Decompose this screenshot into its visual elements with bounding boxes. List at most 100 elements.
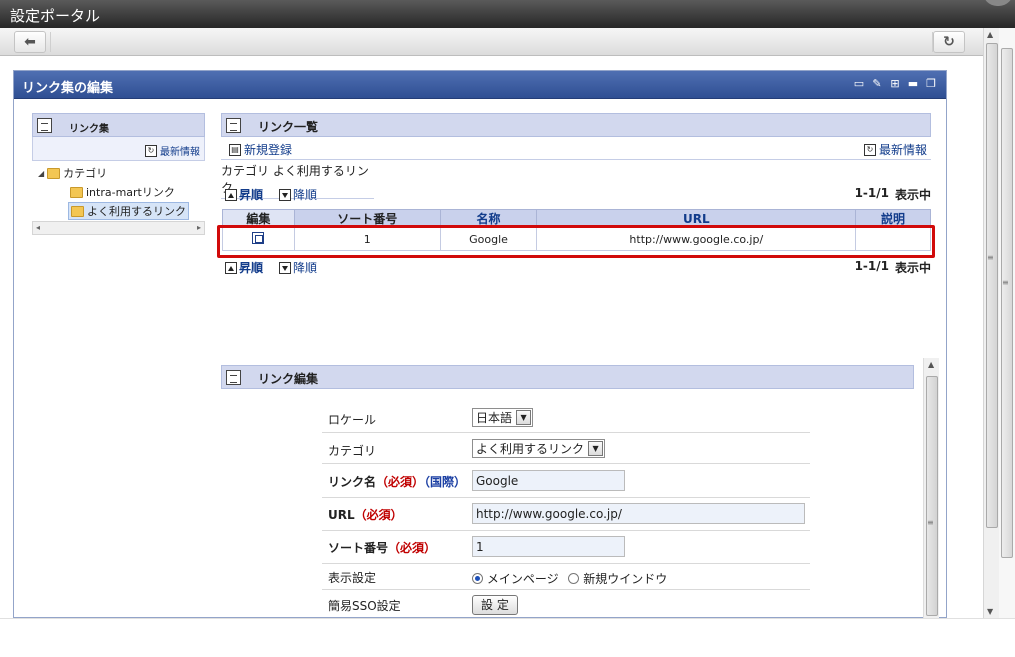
clipboard-icon bbox=[37, 118, 52, 133]
sort-up-icon bbox=[225, 261, 237, 274]
radio-new-window[interactable] bbox=[568, 573, 580, 584]
display-setting-label: 表示設定 bbox=[328, 571, 377, 585]
edit-scroll-thumb[interactable] bbox=[926, 376, 938, 616]
category-select[interactable]: よく利用するリンク ▼ bbox=[472, 439, 606, 458]
page-scroll-thumb[interactable] bbox=[986, 43, 998, 528]
link-edit-header: リンク編集 bbox=[221, 365, 914, 389]
scroll-up-icon[interactable]: ▲ bbox=[987, 30, 993, 39]
tree-item-label: よく利用するリンク bbox=[87, 205, 186, 218]
refresh-icon: ↻ bbox=[863, 143, 876, 156]
link-list-title: リンク一覧 bbox=[258, 120, 319, 134]
latest-info-label: 最新情報 bbox=[878, 143, 927, 157]
scroll-down-icon[interactable]: ▼ bbox=[987, 607, 993, 616]
reload-icon: ↻ bbox=[943, 34, 955, 50]
window-corner-button[interactable] bbox=[983, 0, 1013, 6]
required-mark: （必須） bbox=[388, 541, 437, 555]
monitor-icon[interactable]: ▭ bbox=[852, 77, 866, 91]
page-scrollbar[interactable]: ▲ ≡ ▼ bbox=[983, 28, 999, 618]
sort-desc-label: 降順 bbox=[293, 188, 318, 202]
record-showing: 表示中 bbox=[894, 188, 931, 202]
tree-hscrollbar[interactable]: ◂ ▸ bbox=[32, 221, 205, 235]
locale-select[interactable]: 日本語 ▼ bbox=[472, 408, 534, 427]
tree-latest-label: 最新情報 bbox=[160, 147, 200, 158]
chevron-down-icon: ▼ bbox=[588, 441, 604, 456]
tree-item-category[interactable]: ◢ カテゴリ bbox=[38, 165, 107, 181]
folder-icon bbox=[71, 205, 84, 217]
sort-asc-label: 昇順 bbox=[239, 188, 264, 202]
link-name-row: リンク名（必須）（国際） Google bbox=[322, 465, 810, 498]
refresh-icon: ↻ bbox=[145, 144, 157, 157]
tree-item-frequent[interactable]: よく利用するリンク bbox=[68, 202, 189, 220]
sort-down-icon bbox=[279, 188, 291, 201]
window-title: 設定ポータル bbox=[10, 7, 101, 25]
edit-scroll-grip-icon: ≡ bbox=[927, 518, 934, 527]
radio-main-page[interactable] bbox=[472, 573, 483, 584]
portlet-title: リンク集の編集 bbox=[22, 81, 114, 96]
url-row: URL（必須） http://www.google.co.jp/ bbox=[322, 498, 810, 531]
display-options: メインページ 新規ウインドウ bbox=[472, 570, 667, 587]
radio-new-window-label[interactable]: 新規ウインドウ bbox=[583, 572, 667, 586]
settings-icon[interactable]: ⊞ bbox=[888, 77, 902, 91]
outer-scroll-grip-icon: ≡ bbox=[1002, 278, 1009, 287]
expand-icon[interactable]: ◢ bbox=[38, 169, 44, 178]
link-list-actions: ▤ 新規登録 ↻ 最新情報 bbox=[221, 138, 931, 160]
locale-value: 日本語 bbox=[476, 411, 513, 425]
locale-select-box: 日本語 ▼ bbox=[472, 408, 534, 427]
row-highlight bbox=[217, 225, 935, 258]
locale-label: ロケール bbox=[328, 413, 377, 427]
scroll-up-icon[interactable]: ▲ bbox=[928, 360, 934, 369]
scroll-right-icon[interactable]: ▸ bbox=[197, 223, 201, 232]
category-select-box: よく利用するリンク ▼ bbox=[472, 439, 606, 458]
sort-asc-button[interactable]: 昇順 bbox=[225, 186, 263, 203]
link-name-field[interactable]: Google bbox=[472, 470, 625, 491]
category-label: カテゴリ bbox=[328, 444, 377, 458]
category-row: カテゴリ よく利用するリンク ▼ bbox=[322, 434, 810, 464]
link-edit-title: リンク編集 bbox=[258, 372, 319, 386]
restore-icon[interactable]: ❐ bbox=[924, 77, 938, 91]
edit-scrollbar[interactable]: ▲ ≡ bbox=[923, 358, 939, 618]
tree-latest-bar: ↻ 最新情報 bbox=[32, 137, 205, 161]
reload-button[interactable]: ↻ bbox=[933, 31, 965, 53]
browser-toolbar: ⬅ ↻ bbox=[0, 28, 983, 56]
category-tree: ◢ カテゴリ intra-martリンク よく利用するリンク bbox=[32, 161, 205, 221]
sort-bar-top: 昇順 降順 1-1/1 表示中 bbox=[221, 185, 931, 203]
clipboard-icon bbox=[226, 370, 241, 385]
portlet-header: リンク集の編集 ▭ ✎ ⊞ ▬ ❐ bbox=[14, 71, 946, 99]
sort-number-row: ソート番号（必須） 1 bbox=[322, 531, 810, 564]
sort-up-icon bbox=[225, 188, 237, 201]
record-count: 1-1/1 bbox=[854, 259, 889, 273]
tree-panel-title: リンク集 bbox=[69, 124, 109, 135]
link-list-header: リンク一覧 bbox=[221, 113, 931, 137]
portlet-tools: ▭ ✎ ⊞ ▬ ❐ bbox=[852, 77, 938, 91]
sort-desc-button[interactable]: 降順 bbox=[279, 186, 317, 203]
back-button[interactable]: ⬅ bbox=[14, 31, 46, 53]
minimize-icon[interactable]: ▬ bbox=[906, 77, 920, 91]
sort-number-field[interactable]: 1 bbox=[472, 536, 625, 557]
tree-latest-link[interactable]: ↻ 最新情報 bbox=[145, 143, 200, 158]
tree-item-label: カテゴリ bbox=[63, 167, 108, 180]
sso-label: 簡易SSO設定 bbox=[328, 599, 401, 613]
folder-icon bbox=[70, 186, 83, 198]
radio-main-page-label[interactable]: メインページ bbox=[487, 572, 559, 586]
scroll-left-icon[interactable]: ◂ bbox=[36, 223, 40, 232]
sort-asc-button[interactable]: 昇順 bbox=[225, 259, 263, 276]
sort-asc-label: 昇順 bbox=[239, 261, 264, 275]
outer-scrollbar[interactable]: ≡ bbox=[999, 28, 1015, 618]
sort-desc-button[interactable]: 降順 bbox=[279, 259, 317, 276]
address-bar[interactable] bbox=[50, 32, 933, 52]
new-document-icon: ▤ bbox=[229, 143, 241, 156]
sort-desc-label: 降順 bbox=[293, 261, 318, 275]
tree-item-intramart[interactable]: intra-martリンク bbox=[70, 184, 175, 200]
new-link-button[interactable]: ▤ 新規登録 bbox=[229, 141, 292, 158]
pencil-icon[interactable]: ✎ bbox=[870, 77, 884, 91]
link-tree-panel: リンク集 ↻ 最新情報 ◢ カテゴリ intra-martリンク よく利用するリ… bbox=[32, 113, 205, 235]
locale-row: ロケール 日本語 ▼ bbox=[322, 403, 810, 433]
sort-down-icon bbox=[279, 261, 291, 274]
latest-info-button[interactable]: ↻ 最新情報 bbox=[863, 141, 927, 158]
back-arrow-icon: ⬅ bbox=[24, 34, 36, 50]
tree-panel-header: リンク集 bbox=[32, 113, 205, 137]
sso-settings-button[interactable]: 設 定 bbox=[472, 595, 518, 615]
url-field[interactable]: http://www.google.co.jp/ bbox=[472, 503, 805, 524]
outer-scroll-thumb[interactable] bbox=[1001, 48, 1013, 558]
chevron-down-icon: ▼ bbox=[516, 410, 532, 425]
